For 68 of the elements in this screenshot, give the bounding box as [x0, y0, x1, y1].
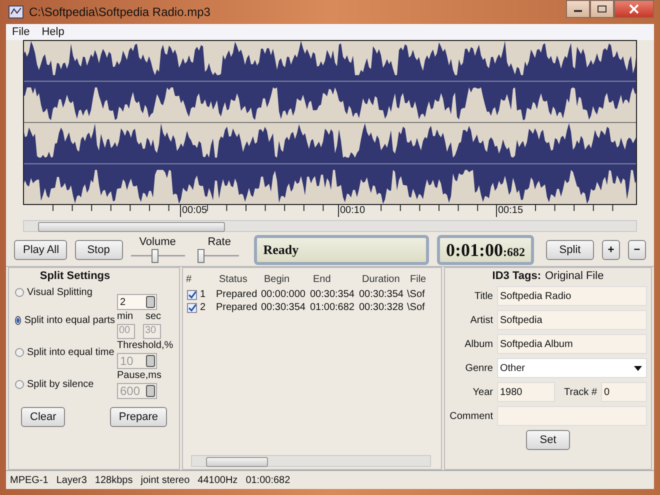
year-field[interactable]: 1980 — [497, 382, 555, 402]
time-label: 00:05 — [180, 205, 208, 217]
table-cell-text: 00:30:354 — [310, 289, 356, 300]
time-label: 00:15 — [496, 205, 524, 217]
milliseconds-display: :682 — [503, 244, 525, 260]
text-field[interactable]: Softpedia — [497, 310, 647, 330]
text-field[interactable]: Softpedia Radio — [497, 286, 647, 306]
panel-subtitle: Original File — [545, 270, 604, 282]
sec-label: sec — [145, 311, 161, 323]
radio-option[interactable]: Visual Splitting — [15, 284, 115, 300]
status-text: Layer3 — [56, 474, 87, 486]
add-button[interactable]: + — [602, 240, 620, 260]
time-display: 0:01:00 — [446, 240, 503, 260]
min-label: min — [117, 311, 134, 323]
stop-button[interactable]: Stop — [74, 240, 123, 260]
status-text: joint stereo — [140, 474, 190, 486]
field-label: Year — [472, 386, 493, 398]
table-cell-text: 1 — [199, 289, 207, 300]
field-label: Track # — [563, 386, 597, 398]
parts-spinner[interactable]: 2 — [117, 294, 157, 310]
rate-label: Rate — [208, 236, 231, 248]
field-label: Genre — [464, 362, 493, 374]
track-field[interactable]: 0 — [601, 382, 647, 402]
pause-label: Pause,ms — [117, 370, 162, 382]
status-text: MPEG-1 — [10, 474, 48, 486]
panel-button[interactable]: Clear — [21, 407, 66, 427]
column-header[interactable]: Status — [219, 274, 264, 284]
split-button[interactable]: Split — [546, 240, 594, 260]
threshold-label: Threshold,% — [117, 340, 174, 352]
play-all-button[interactable]: Play All — [14, 240, 67, 260]
dropdown[interactable]: Other — [497, 358, 647, 378]
radio-option[interactable]: Split by silence — [15, 376, 115, 392]
status-text: 01:00:682 — [246, 474, 290, 486]
table-cell-text: \Sof — [407, 289, 426, 300]
table-cell-text: Prepared — [216, 289, 258, 300]
table-cell-text: 01:00:682 — [310, 302, 356, 313]
radio-option[interactable]: Split into equal time — [15, 344, 115, 360]
menu-item[interactable]: File — [12, 26, 30, 38]
table-cell-text: 2 — [199, 302, 207, 313]
column-header[interactable]: Duration — [362, 274, 410, 284]
remove-button[interactable]: − — [628, 240, 646, 260]
column-header[interactable]: End — [313, 274, 362, 284]
volume-label: Volume — [139, 236, 176, 248]
column-header[interactable]: Begin — [264, 274, 313, 284]
set-button[interactable]: Set — [526, 430, 570, 450]
field-label: Comment — [449, 410, 493, 422]
radio-option[interactable]: Split into equal parts — [15, 312, 115, 328]
table-cell-text: Prepared — [216, 302, 258, 313]
column-header[interactable]: # — [183, 274, 219, 284]
column-header[interactable]: File — [410, 274, 430, 284]
window-title: C:\Softpedia\Softpedia Radio.mp3 — [29, 5, 210, 19]
field-label: Album — [464, 338, 493, 350]
status-display: Ready — [254, 235, 429, 265]
panel-title: ID3 Tags: — [492, 270, 541, 282]
status-text: 128kbps — [94, 474, 133, 486]
time-label: 00:10 — [338, 205, 366, 217]
menu-item[interactable]: Help — [42, 26, 64, 38]
panel-button[interactable]: Prepare — [110, 407, 167, 427]
field-label: Artist — [469, 314, 493, 326]
table-cell-text: 00:00:000 — [261, 289, 306, 300]
field-label: Title — [473, 290, 493, 302]
table-cell-text: 00:30:354 — [261, 302, 306, 313]
panel-title: Split Settings — [38, 270, 112, 282]
text-field[interactable]: Softpedia Album — [497, 334, 647, 354]
table-cell-text: \Sof — [407, 302, 426, 313]
table-cell-text: 00:30:354 — [359, 289, 404, 300]
table-cell-text: 00:30:328 — [359, 302, 404, 313]
status-text: 44100Hz — [198, 474, 238, 486]
